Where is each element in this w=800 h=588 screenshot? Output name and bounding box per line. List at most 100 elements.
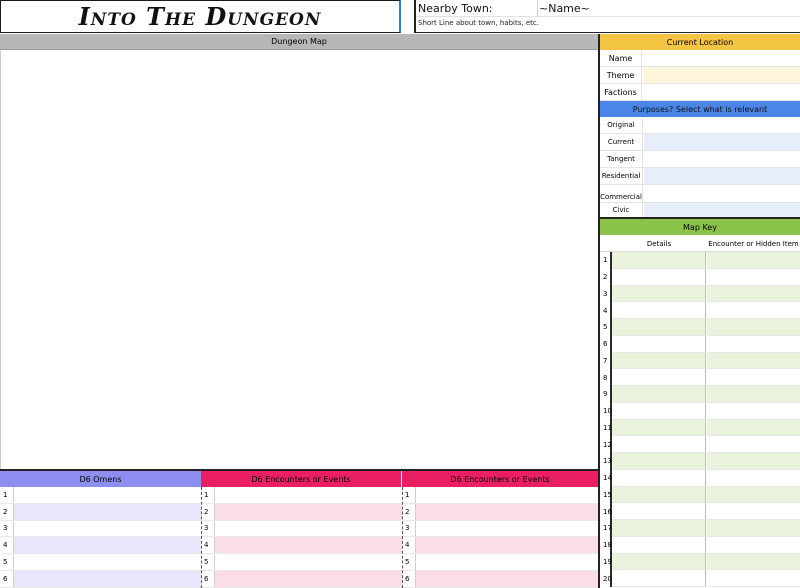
map-key-details-cell[interactable] [612, 319, 706, 336]
encounters-1-cell[interactable] [215, 537, 402, 554]
map-key-details-cell[interactable] [612, 402, 706, 420]
purpose-field[interactable] [644, 168, 800, 184]
encounters-2-cell[interactable] [416, 571, 598, 587]
encounters-2-row: 5 [402, 554, 598, 571]
map-key-details-cell[interactable] [612, 352, 706, 370]
map-key-encounter-cell[interactable] [707, 436, 800, 453]
encounters-2-row-number: 1 [402, 487, 416, 503]
encounters-2-row-number: 2 [402, 503, 416, 520]
map-key-row: 13 [600, 453, 800, 470]
omens-cell[interactable] [14, 487, 201, 503]
map-key-encounter-header: Encounter or Hidden Item [708, 239, 799, 248]
map-key-row: 5 [600, 319, 800, 336]
purpose-row: Tangent [600, 151, 800, 168]
map-key-encounter-cell[interactable] [707, 553, 800, 571]
map-key-details-cell[interactable] [612, 369, 706, 386]
purpose-field[interactable] [644, 203, 800, 217]
location-theme-field[interactable] [643, 67, 800, 83]
encounters-1-cell[interactable] [215, 571, 402, 587]
encounters-1-cell[interactable] [215, 554, 402, 570]
map-key-details-cell[interactable] [612, 419, 706, 437]
map-key-header: Map Key [600, 219, 800, 235]
purpose-field[interactable] [644, 185, 800, 202]
dungeon-map-header: Dungeon Map [0, 34, 598, 50]
town-name-field[interactable]: ~Name~ [539, 2, 590, 15]
map-key-details-cell[interactable] [612, 486, 706, 504]
map-key-row-number: 8 [600, 369, 612, 386]
purpose-field[interactable] [644, 151, 800, 167]
location-name-field[interactable] [643, 50, 800, 66]
map-key-encounter-cell[interactable] [707, 319, 800, 336]
map-key-row-number: 11 [600, 419, 612, 437]
location-factions-field[interactable] [643, 84, 800, 100]
purpose-field[interactable] [644, 134, 800, 150]
map-key-row-number: 9 [600, 386, 612, 403]
map-key-row: 6 [600, 335, 800, 353]
encounters-1-row-number: 1 [201, 487, 215, 503]
map-key-encounter-cell[interactable] [707, 520, 800, 537]
map-key-details-cell[interactable] [612, 436, 706, 453]
map-key-encounter-cell[interactable] [707, 536, 800, 554]
encounters-1-cell[interactable] [215, 520, 402, 537]
omens-row: 6 [0, 571, 201, 588]
map-key-row: 17 [600, 520, 800, 537]
map-key-details-cell[interactable] [612, 536, 706, 554]
map-key-details-cell[interactable] [612, 469, 706, 487]
encounters-2-row-number: 4 [402, 537, 416, 554]
map-key-encounter-cell[interactable] [707, 419, 800, 437]
omens-row: 2 [0, 503, 201, 521]
encounters-2-row: 4 [402, 537, 598, 555]
map-key-details-cell[interactable] [612, 553, 706, 571]
map-key-encounter-cell[interactable] [707, 570, 800, 587]
omens-cell[interactable] [14, 571, 201, 587]
omens-row-number: 2 [0, 503, 14, 520]
encounters-2-cell[interactable] [416, 503, 598, 520]
omens-cell[interactable] [14, 537, 201, 554]
map-key-details-cell[interactable] [612, 503, 706, 520]
map-key-encounter-cell[interactable] [707, 268, 800, 286]
town-description-field[interactable]: Short Line about town, habits, etc. [418, 19, 539, 27]
location-theme-label: Theme [600, 67, 642, 83]
encounters-2-cell[interactable] [416, 487, 598, 503]
map-key-row: 9 [600, 386, 800, 403]
map-key-details-cell[interactable] [612, 520, 706, 537]
map-key-details-cell[interactable] [612, 252, 706, 269]
encounters-2-cell[interactable] [416, 554, 598, 570]
map-key-row-number: 6 [600, 335, 612, 353]
map-key-details-cell[interactable] [612, 285, 706, 303]
map-key-encounter-cell[interactable] [707, 335, 800, 353]
omens-cell[interactable] [14, 503, 201, 520]
encounters-1-row-number: 2 [201, 503, 215, 520]
encounters-2-row-number: 5 [402, 554, 416, 570]
map-key-encounter-cell[interactable] [707, 285, 800, 303]
map-key-encounter-cell[interactable] [707, 402, 800, 420]
map-key-encounter-cell[interactable] [707, 469, 800, 487]
omens-cell[interactable] [14, 520, 201, 537]
map-key-encounter-cell[interactable] [707, 503, 800, 520]
map-key-encounter-cell[interactable] [707, 352, 800, 370]
omens-cell[interactable] [14, 554, 201, 570]
purpose-field[interactable] [644, 117, 800, 133]
encounters-2-cell[interactable] [416, 520, 598, 537]
map-key-details-cell[interactable] [612, 570, 706, 587]
map-key-details-cell[interactable] [612, 335, 706, 353]
map-key-row: 4 [600, 302, 800, 319]
encounters-2-cell[interactable] [416, 537, 598, 554]
map-key-details-cell[interactable] [612, 302, 706, 319]
map-key-details-cell[interactable] [612, 268, 706, 286]
map-key-row: 18 [600, 536, 800, 554]
map-key-encounter-cell[interactable] [707, 302, 800, 319]
map-key-encounter-cell[interactable] [707, 486, 800, 504]
map-key-encounter-cell[interactable] [707, 386, 800, 403]
map-key-details-cell[interactable] [612, 386, 706, 403]
map-key-row-number: 2 [600, 268, 612, 286]
map-key-details-header: Details [646, 239, 672, 248]
encounters-1-cell[interactable] [215, 503, 402, 520]
map-key-encounter-cell[interactable] [707, 369, 800, 386]
map-key-encounter-cell[interactable] [707, 453, 800, 470]
map-key-details-cell[interactable] [612, 453, 706, 470]
encounters-1-row-number: 4 [201, 537, 215, 554]
map-key-encounter-cell[interactable] [707, 252, 800, 269]
encounters-1-cell[interactable] [215, 487, 402, 503]
dungeon-map-canvas[interactable] [0, 50, 598, 470]
